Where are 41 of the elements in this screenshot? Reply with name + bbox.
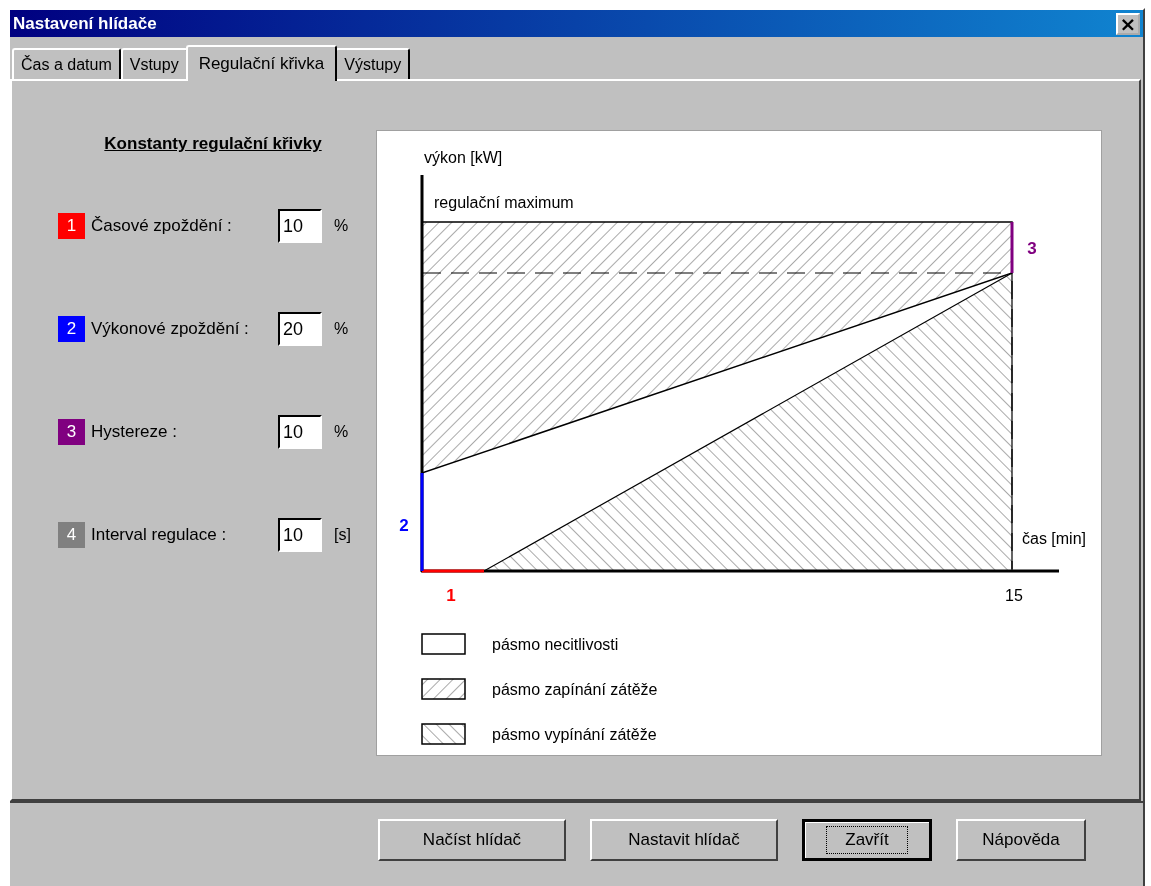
section-heading: Konstanty regulační křivky — [103, 133, 323, 154]
tab[interactable]: Vstupy — [120, 48, 188, 79]
x-axis-label: čas [min] — [1022, 530, 1086, 547]
field-label: Hystereze : — [91, 422, 178, 442]
field-label: Interval regulace : — [91, 525, 228, 545]
legend-label: pásmo vypínání zátěže — [492, 726, 657, 743]
input-field[interactable]: 20 — [278, 312, 322, 346]
input-field[interactable]: 10 — [278, 518, 322, 552]
tab[interactable]: Regulační křivka — [185, 45, 338, 81]
number-badge: 2 — [58, 316, 85, 342]
legend-swatch — [421, 678, 466, 700]
close-button[interactable]: × — [1116, 12, 1140, 35]
dialog-button[interactable]: Nastavit hlídač — [590, 819, 778, 861]
input-field[interactable]: 10 — [278, 415, 322, 449]
unit-label: % — [334, 423, 349, 441]
legend-label: pásmo zapínání zátěže — [492, 681, 658, 698]
legend-swatch — [421, 723, 466, 745]
dialog-button[interactable]: Zavřít — [802, 819, 932, 861]
x-tick-label: 15 — [1005, 587, 1023, 604]
y-axis-label: výkon [kW] — [424, 149, 503, 166]
number-badge: 1 — [58, 213, 85, 239]
tab[interactable]: Čas a datum — [12, 48, 121, 79]
input-field[interactable]: 10 — [278, 209, 322, 243]
unit-label: [s] — [334, 526, 351, 544]
unit-label: % — [334, 320, 349, 338]
number-badge: 4 — [58, 522, 85, 548]
marker-label: 3 — [1027, 239, 1037, 258]
hysteresis-segment — [1010, 222, 1014, 273]
marker-label: 2 — [399, 516, 409, 535]
dialog-button[interactable]: Načíst hlídač — [378, 819, 566, 861]
tab[interactable]: Výstupy — [335, 48, 411, 79]
field-label: Časové zpoždění : — [91, 216, 233, 236]
dialog-button[interactable]: Nápověda — [956, 819, 1086, 861]
marker-label: 1 — [446, 586, 456, 605]
unit-label: % — [334, 217, 349, 235]
legend-label: pásmo necitlivosti — [492, 636, 619, 653]
field-label: Výkonové zpoždění : — [91, 319, 250, 339]
max-label: regulační maximum — [434, 194, 574, 211]
window-title: Nastavení hlídače — [13, 13, 157, 34]
number-badge: 3 — [58, 419, 85, 445]
legend-swatch — [421, 633, 466, 655]
